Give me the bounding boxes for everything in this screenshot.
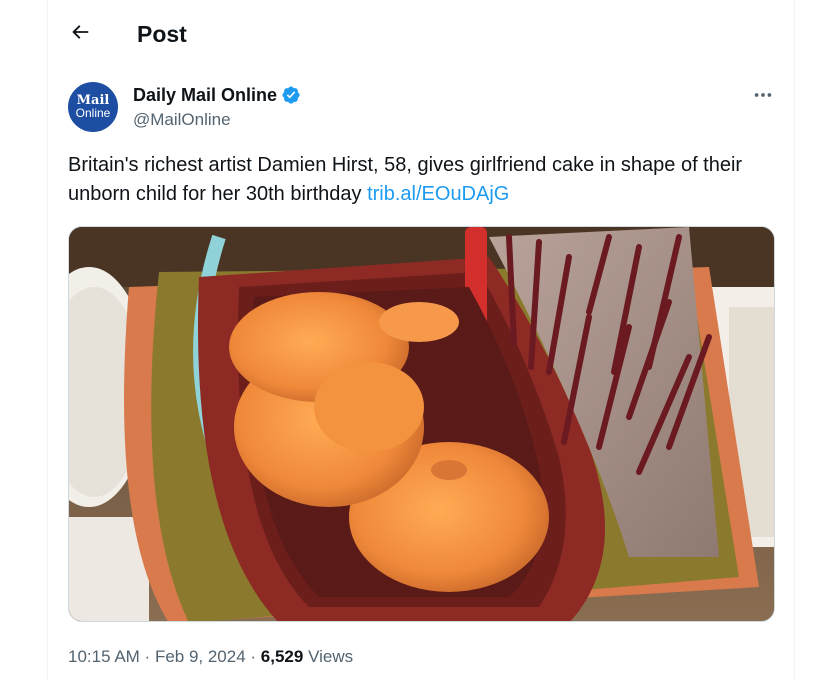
post-header: Post (48, 0, 794, 68)
tweet-date[interactable]: Feb 9, 2024 (155, 647, 246, 666)
author-handle[interactable]: @MailOnline (133, 109, 231, 131)
post-column: Post Mail Online Daily Mail Online @Mail… (47, 0, 795, 681)
tweet-time[interactable]: 10:15 AM (68, 647, 140, 666)
author-name-link[interactable]: Daily Mail Online (133, 84, 301, 106)
avatar-logo-line2: Online (75, 106, 111, 120)
avatar[interactable]: Mail Online (68, 82, 118, 132)
tweet-text: Britain's richest artist Damien Hirst, 5… (68, 151, 778, 209)
verified-badge-icon (282, 86, 300, 104)
views-count[interactable]: 6,529 (261, 647, 304, 666)
page-title: Post (137, 21, 187, 47)
arrow-left-icon (72, 25, 89, 39)
more-options-button[interactable] (748, 82, 778, 108)
views-label: Views (303, 647, 354, 666)
more-horizontal-icon (754, 93, 772, 97)
back-button[interactable] (62, 14, 98, 50)
author-name: Daily Mail Online (133, 85, 278, 105)
meta-separator: · (139, 647, 155, 666)
meta-separator: · (245, 647, 261, 666)
cake-photo (69, 227, 774, 621)
tweet-media-image[interactable] (68, 226, 775, 622)
tweet-meta: 10:15 AM · Feb 9, 2024 · 6,529 Views (68, 646, 353, 668)
tweet-link[interactable]: trib.al/EOuDAjG (367, 183, 509, 205)
